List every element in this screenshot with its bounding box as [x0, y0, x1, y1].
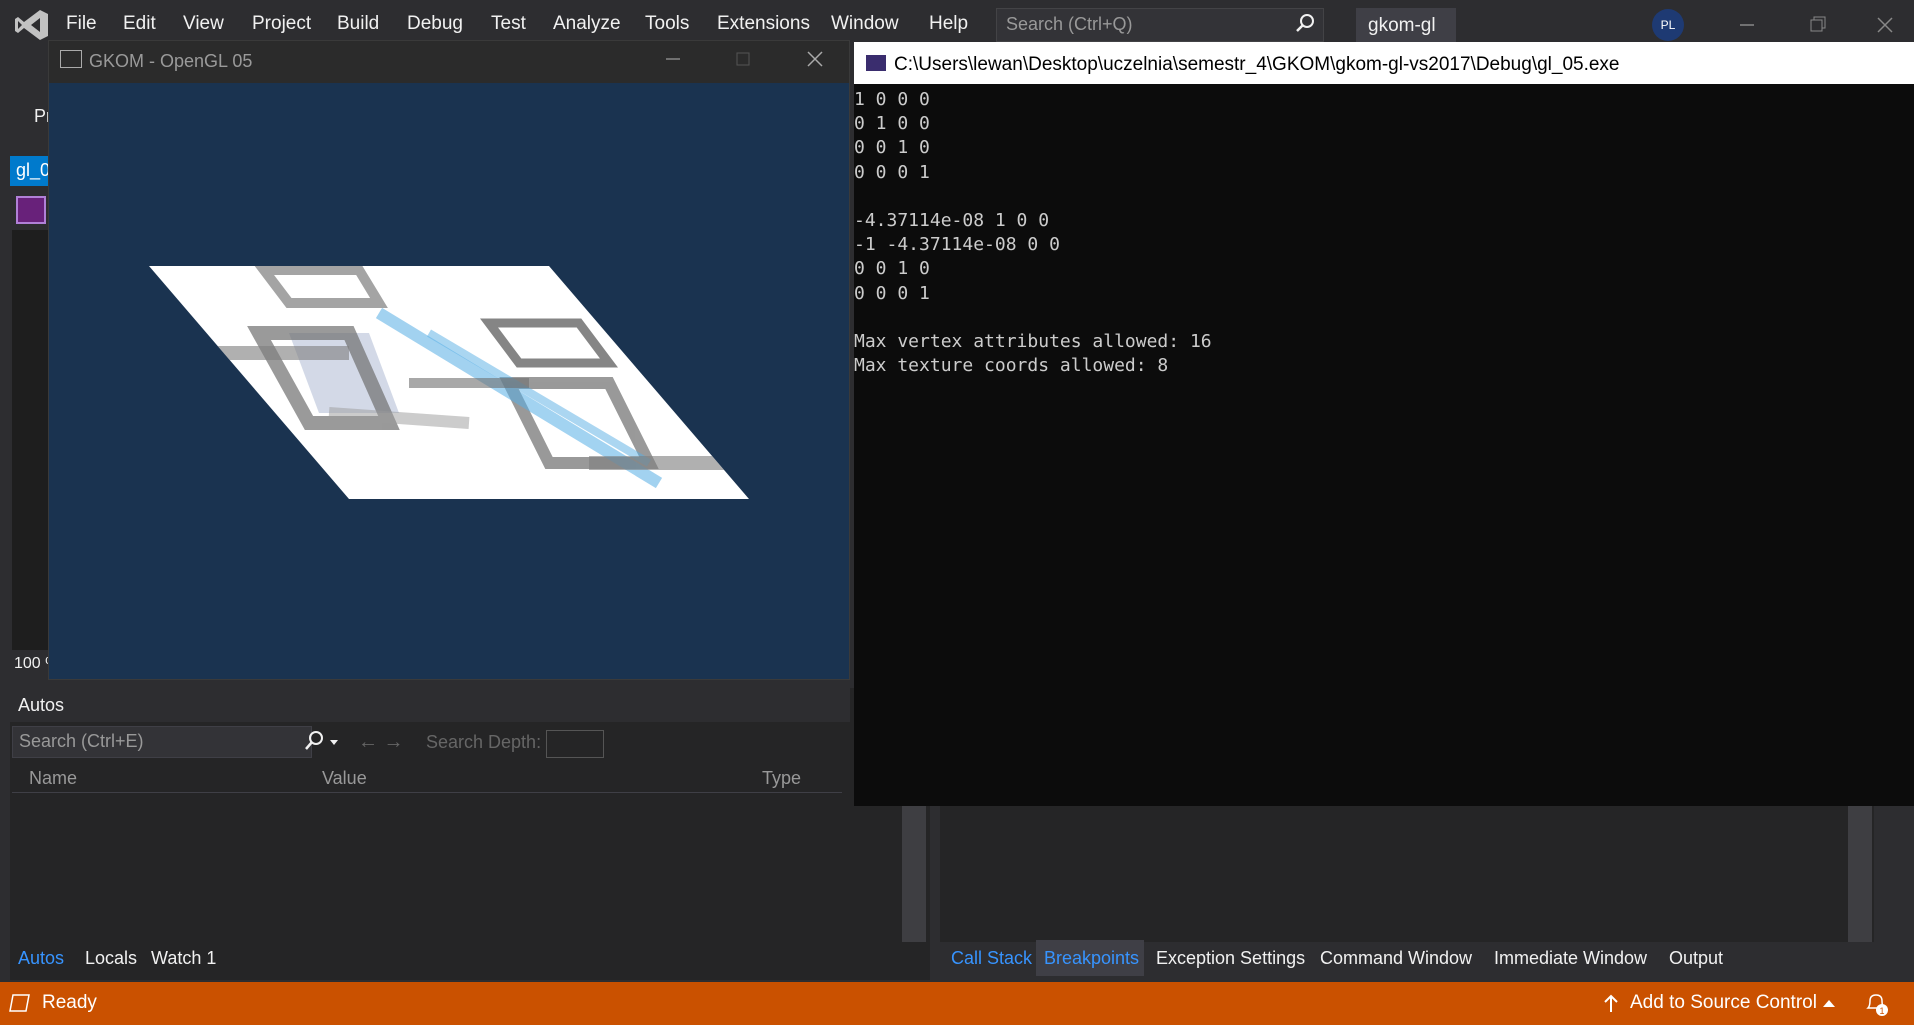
tab-output[interactable]: Output: [1669, 948, 1723, 969]
opengl-window-title: GKOM - OpenGL 05: [89, 51, 253, 71]
console-line: 1 0 0 0: [854, 89, 930, 110]
notification-bell-icon[interactable]: 1: [1862, 990, 1890, 1018]
editor-area[interactable]: [12, 230, 48, 650]
autos-header: [10, 688, 850, 722]
menu-debug[interactable]: Debug: [407, 13, 463, 35]
menu-project[interactable]: Project: [252, 13, 311, 35]
callstack-panel: [940, 806, 1874, 942]
tab-command-window[interactable]: Command Window: [1320, 948, 1472, 969]
console-line: -4.37114e-08 1 0 0: [854, 210, 1050, 232]
column-name[interactable]: Name: [29, 768, 77, 789]
menu-build[interactable]: Build: [337, 13, 379, 35]
status-ready: Ready: [42, 992, 97, 1013]
avatar[interactable]: PL: [1652, 9, 1684, 41]
console-line: 0 0 1 0: [854, 137, 930, 159]
console-line: 0 0 0 1: [854, 282, 930, 304]
minimize-icon[interactable]: [1732, 12, 1762, 38]
column-value[interactable]: Value: [322, 768, 367, 789]
output-icon: [9, 994, 30, 1012]
console-line: Max texture coords allowed: 8: [854, 355, 1169, 377]
callstack-scrollbar[interactable]: [1848, 806, 1872, 942]
document-tab-label: gl_0: [16, 160, 51, 180]
close-icon[interactable]: [1870, 12, 1900, 38]
tab-breakpoints[interactable]: Breakpoints: [1044, 948, 1139, 969]
add-to-source-control-button[interactable]: Add to Source Control: [1630, 992, 1817, 1014]
textured-quad: [149, 266, 749, 499]
column-type[interactable]: Type: [762, 768, 801, 789]
notification-count: 1: [1879, 1006, 1884, 1016]
autos-scrollbar[interactable]: [902, 782, 926, 942]
opengl-viewport[interactable]: [49, 83, 849, 679]
menu-window[interactable]: Window: [831, 13, 899, 35]
menu-edit[interactable]: Edit: [123, 13, 156, 35]
search-depth-select[interactable]: [546, 730, 604, 758]
console-line: Max vertex attributes allowed: 16: [854, 331, 1212, 353]
console-line: -1 -4.37114e-08 0 0: [854, 234, 1060, 256]
arrow-up-icon: [1604, 994, 1618, 1012]
autos-column-headers: [12, 762, 842, 793]
menu-tools[interactable]: Tools: [645, 13, 689, 35]
autos-search-placeholder: Search (Ctrl+E): [19, 731, 144, 751]
console-line: 0 1 0 0: [854, 113, 930, 135]
menu-help[interactable]: Help: [929, 13, 968, 35]
back-forward-arrows-icon[interactable]: ← →: [358, 731, 404, 754]
search-depth-label: Search Depth:: [426, 732, 542, 752]
toolbox-icon[interactable]: [16, 196, 46, 224]
console-window-title: C:\Users\lewan\Desktop\uczelnia\semestr_…: [894, 54, 1620, 75]
console-output: 1 0 0 00 1 0 00 0 1 00 0 0 1 -4.37114e-0…: [854, 88, 1904, 378]
console-line: 0 0 1 0: [854, 258, 930, 280]
minimize-icon[interactable]: [658, 46, 688, 72]
search-icon[interactable]: [302, 728, 342, 756]
menu-extensions[interactable]: Extensions: [717, 13, 810, 35]
menu-analyze[interactable]: Analyze: [553, 13, 621, 35]
tab-immediate-window[interactable]: Immediate Window: [1494, 948, 1647, 969]
console-line: 0 0 0 1: [854, 161, 930, 183]
console-app-icon: [866, 55, 886, 71]
caret-up-icon[interactable]: [1822, 998, 1836, 1008]
tab-exception-settings[interactable]: Exception Settings: [1156, 948, 1305, 969]
menu-file[interactable]: File: [66, 13, 97, 35]
tab-watch-1[interactable]: Watch 1: [151, 948, 216, 969]
status-bar: [0, 982, 1914, 1025]
visual-studio-logo-icon[interactable]: [14, 8, 50, 42]
tab-locals[interactable]: Locals: [85, 948, 137, 969]
solution-name: gkom-gl: [1368, 15, 1436, 36]
tab-call-stack[interactable]: Call Stack: [951, 948, 1032, 969]
menu-test[interactable]: Test: [491, 13, 526, 35]
window-app-icon: [60, 50, 82, 68]
search-icon[interactable]: [1294, 12, 1316, 34]
autos-title: Autos: [18, 695, 65, 715]
close-icon[interactable]: [800, 46, 830, 72]
restore-icon[interactable]: [1802, 12, 1832, 38]
tab-autos[interactable]: Autos: [18, 948, 64, 969]
menu-view[interactable]: View: [183, 13, 224, 35]
maximize-icon[interactable]: [728, 46, 758, 72]
vs-search-placeholder: Search (Ctrl+Q): [1006, 14, 1133, 34]
